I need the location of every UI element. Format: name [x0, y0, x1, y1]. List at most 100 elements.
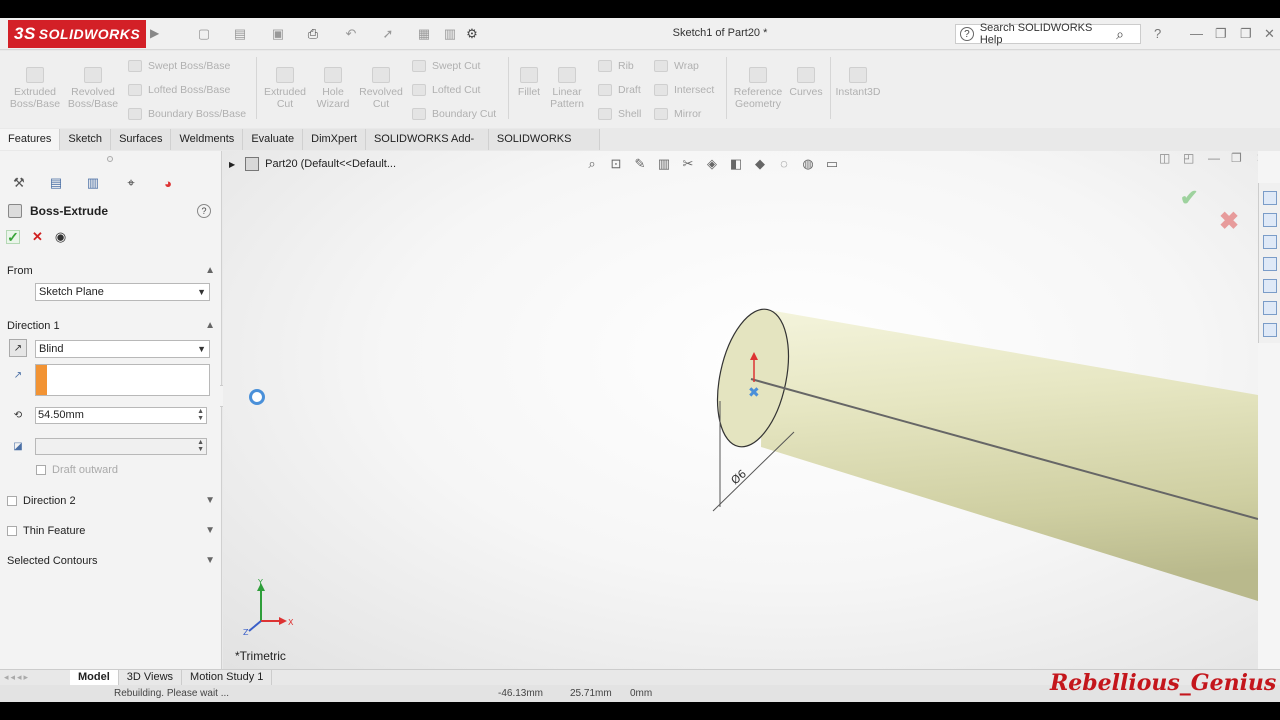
- swept-boss-button[interactable]: Swept Boss/Base: [128, 60, 230, 72]
- cylinder-model[interactable]: ✖ Ø6: [223, 151, 1258, 669]
- end-condition-select[interactable]: Blind ▼: [35, 340, 210, 358]
- lofted-boss-button[interactable]: Lofted Boss/Base: [128, 84, 230, 96]
- tab-evaluate[interactable]: Evaluate: [243, 129, 304, 150]
- open-document-icon[interactable]: ▤: [232, 26, 248, 42]
- view-palette-icon[interactable]: [1262, 257, 1277, 271]
- preview-eye-icon[interactable]: ◉: [55, 229, 66, 245]
- tab-sketch[interactable]: Sketch: [60, 129, 112, 150]
- custom-properties-icon[interactable]: [1262, 301, 1277, 315]
- solidworks-logo[interactable]: 3S SOLIDWORKS: [8, 20, 146, 48]
- feature-manager-icon[interactable]: ⚒: [10, 174, 28, 192]
- reverse-direction-icon[interactable]: ↗: [9, 339, 27, 357]
- diameter-dimension[interactable]: Ø6: [729, 467, 749, 487]
- rib-button[interactable]: Rib: [598, 60, 634, 72]
- save-icon[interactable]: ▣: [270, 26, 286, 42]
- cancel-button[interactable]: ✕: [32, 229, 43, 245]
- solidworks-resources-icon[interactable]: [1262, 191, 1277, 205]
- lofted-cut-button[interactable]: Lofted Cut: [412, 84, 480, 96]
- search-icon[interactable]: ⌕: [1116, 26, 1124, 43]
- spin-arrows-icon[interactable]: ▲ ▼: [197, 439, 204, 453]
- boundary-cut-icon: [412, 108, 426, 120]
- curves-button[interactable]: Curves: [786, 67, 826, 98]
- mirror-button[interactable]: Mirror: [654, 108, 701, 120]
- panel-resize-handle[interactable]: [107, 156, 113, 162]
- undo-icon[interactable]: ↶: [343, 26, 359, 42]
- draft-angle-input[interactable]: ▲ ▼: [35, 438, 207, 455]
- options-gear-icon[interactable]: ⚙: [464, 26, 480, 42]
- section-direction-1[interactable]: Direction 1 ▲: [7, 320, 215, 332]
- minimize-icon[interactable]: —: [1190, 26, 1203, 41]
- forum-icon[interactable]: [1262, 323, 1277, 337]
- extruded-boss-button[interactable]: Extruded Boss/Base: [8, 67, 62, 110]
- boundary-boss-button[interactable]: Boundary Boss/Base: [128, 108, 246, 120]
- spin-arrows-icon[interactable]: ▲ ▼: [197, 408, 204, 422]
- tab-model[interactable]: Model: [70, 670, 119, 685]
- instant3d-button[interactable]: Instant3D: [834, 67, 882, 98]
- manager-tabs: ⚒ ▤ ▥ ⌖ ◕: [0, 171, 222, 195]
- collapse-icon[interactable]: ▲: [205, 265, 215, 276]
- file-properties-icon[interactable]: ▥: [442, 26, 458, 42]
- appearances-icon[interactable]: [1262, 279, 1277, 293]
- direction-2-checkbox[interactable]: Direction 2 ▼: [7, 495, 215, 507]
- restore-icon[interactable]: ❐: [1215, 26, 1227, 42]
- fillet-button[interactable]: Fillet: [512, 67, 546, 98]
- select-icon[interactable]: ➚: [380, 26, 396, 42]
- new-document-icon[interactable]: ▢: [196, 26, 212, 42]
- file-explorer-icon[interactable]: [1262, 235, 1277, 249]
- direction-selection-box[interactable]: [35, 364, 210, 396]
- graphics-area[interactable]: ▶ Part20 (Default<<Default... ⌕ ⊡ ✎ ▥ ✂ ◈…: [223, 151, 1258, 669]
- maximize-icon[interactable]: ❐: [1240, 26, 1252, 42]
- configuration-manager-icon[interactable]: ▥: [84, 174, 102, 192]
- menu-expand-icon[interactable]: ▶: [150, 26, 159, 40]
- linear-pattern-icon: [558, 67, 576, 83]
- tab-scroll-arrows-icon[interactable]: ◂◂◂▸: [0, 670, 70, 685]
- top-letterbox: [0, 0, 1280, 18]
- from-select[interactable]: Sketch Plane ▼: [35, 283, 210, 301]
- tab-dimxpert[interactable]: DimXpert: [303, 129, 366, 150]
- revolved-cut-button[interactable]: Revolved Cut: [356, 67, 406, 110]
- ds-logo-mark: 3S: [14, 24, 36, 43]
- tab-addins[interactable]: SOLIDWORKS Add-Ins: [366, 129, 489, 166]
- display-manager-icon[interactable]: ◕: [159, 174, 177, 192]
- tab-3d-views[interactable]: 3D Views: [119, 670, 183, 685]
- tab-surfaces[interactable]: Surfaces: [111, 129, 172, 150]
- expand-icon[interactable]: ▼: [205, 495, 215, 506]
- checkbox-icon: [7, 526, 17, 536]
- expand-icon[interactable]: ▼: [205, 555, 215, 566]
- depth-input[interactable]: 54.50mm ▲ ▼: [35, 407, 207, 424]
- shell-button[interactable]: Shell: [598, 108, 641, 120]
- divider: [830, 57, 831, 119]
- tab-features[interactable]: Features: [0, 129, 61, 150]
- design-library-icon[interactable]: [1262, 213, 1277, 227]
- hole-wizard-button[interactable]: Hole Wizard: [310, 67, 356, 110]
- thin-feature-checkbox[interactable]: Thin Feature ▼: [7, 525, 215, 537]
- help-menu-icon[interactable]: ?: [1154, 26, 1161, 41]
- draft-button[interactable]: Draft: [598, 84, 641, 96]
- dimxpert-manager-icon[interactable]: ⌖: [122, 174, 140, 192]
- search-help-input[interactable]: ? Search SOLIDWORKS Help ⌕: [955, 22, 1141, 46]
- draft-outward-checkbox[interactable]: Draft outward: [36, 464, 118, 476]
- intersect-button[interactable]: Intersect: [654, 84, 714, 96]
- wrap-button[interactable]: Wrap: [654, 60, 699, 72]
- help-question-icon: ?: [960, 27, 974, 41]
- rebuild-icon[interactable]: ▦: [416, 26, 432, 42]
- expand-icon[interactable]: ▼: [205, 525, 215, 536]
- boundary-cut-button[interactable]: Boundary Cut: [412, 108, 496, 120]
- section-from[interactable]: From ▲: [7, 265, 215, 277]
- reference-geometry-button[interactable]: Reference Geometry: [730, 67, 786, 110]
- tab-weldments[interactable]: Weldments: [171, 129, 244, 150]
- swept-cut-button[interactable]: Swept Cut: [412, 60, 480, 72]
- ok-button[interactable]: ✓: [6, 229, 20, 245]
- wrap-icon: [654, 60, 668, 72]
- property-manager-icon[interactable]: ▤: [47, 174, 65, 192]
- tab-mbd[interactable]: SOLIDWORKS MBD: [489, 129, 600, 166]
- collapse-icon[interactable]: ▲: [205, 320, 215, 331]
- tab-motion-study[interactable]: Motion Study 1: [182, 670, 273, 685]
- selected-contours-section[interactable]: Selected Contours ▼: [7, 555, 215, 567]
- print-icon[interactable]: ⎙: [305, 26, 321, 42]
- extruded-cut-button[interactable]: Extruded Cut: [260, 67, 310, 110]
- help-icon[interactable]: ?: [197, 204, 211, 218]
- revolved-boss-button[interactable]: Revolved Boss/Base: [66, 67, 120, 110]
- linear-pattern-button[interactable]: Linear Pattern: [546, 67, 588, 110]
- close-icon[interactable]: ✕: [1264, 26, 1275, 42]
